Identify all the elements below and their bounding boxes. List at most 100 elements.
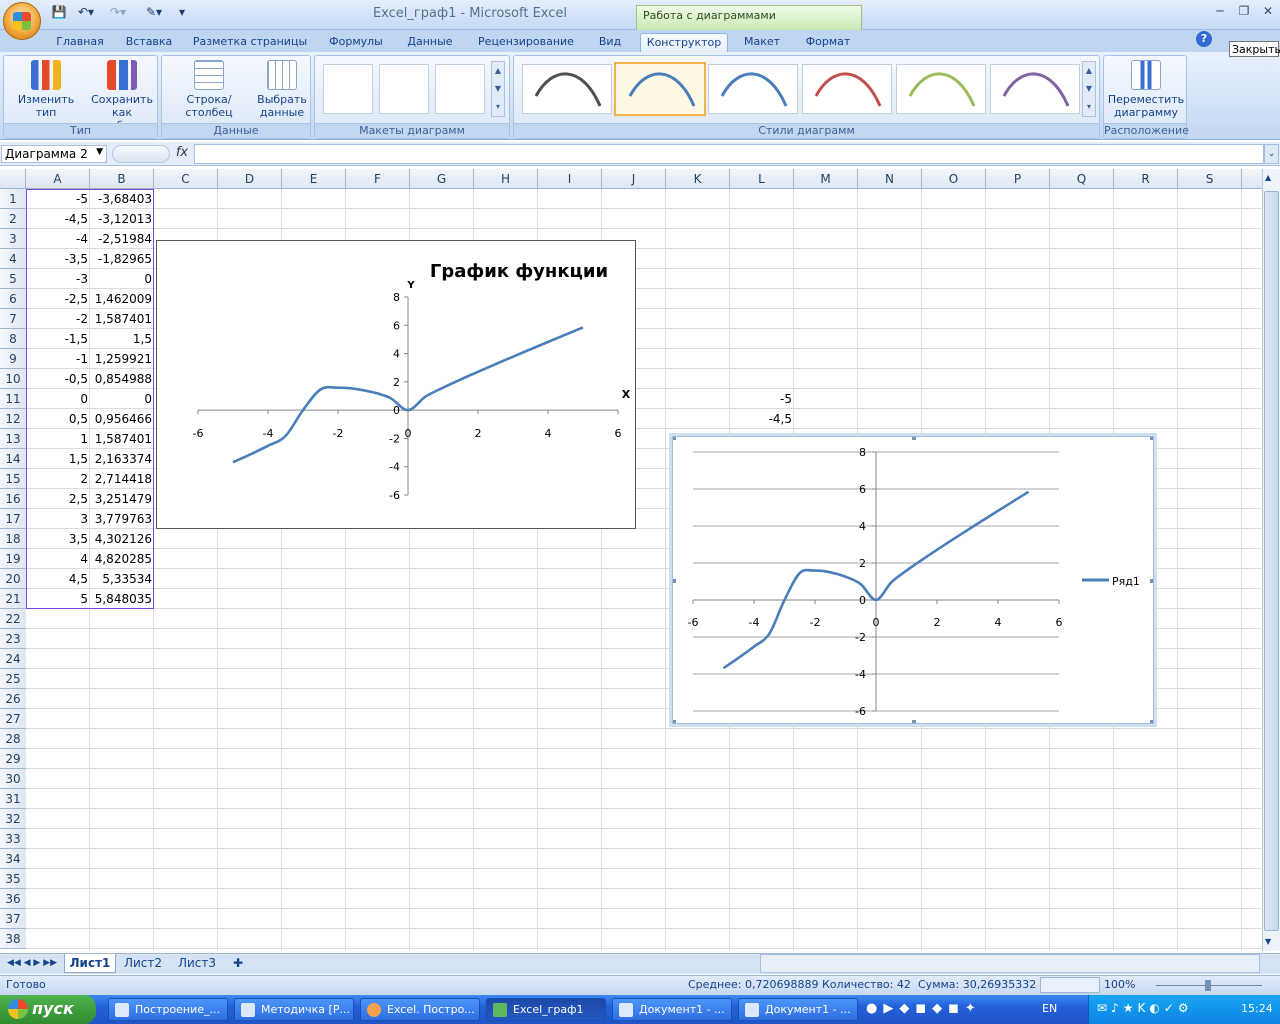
style-4-thumbnail[interactable] [802,64,892,114]
cell[interactable]: 4,820285 [90,549,154,569]
restore-icon[interactable]: ❐ [1232,4,1256,20]
cell[interactable]: 1,587401 [90,309,154,329]
cell[interactable]: -5 [730,389,794,409]
column-header[interactable]: R [1114,169,1178,189]
row-header[interactable]: 30 [0,769,26,789]
column-header[interactable]: J [602,169,666,189]
column-header[interactable]: Q [1050,169,1114,189]
cell[interactable]: 4,302126 [90,529,154,549]
tab-page-layout[interactable]: Разметка страницы [188,33,312,52]
row-header[interactable]: 3 [0,229,26,249]
cell[interactable]: -2,51984 [90,229,154,249]
cell[interactable]: 1,5 [90,329,154,349]
insert-sheet-icon[interactable]: ✚ [226,954,250,973]
row-header[interactable]: 13 [0,429,26,449]
task-item-2[interactable]: Методичка [Р... [234,998,354,1021]
cell[interactable]: -3,5 [26,249,90,269]
row-header[interactable]: 11 [0,389,26,409]
row-header[interactable]: 23 [0,629,26,649]
save-icon[interactable]: 💾 [50,5,68,23]
horizontal-scrollbar[interactable] [760,954,1260,973]
row-header[interactable]: 8 [0,329,26,349]
select-all-corner[interactable] [0,169,26,189]
cell[interactable]: 3,251479 [90,489,154,509]
cell[interactable]: 3,779763 [90,509,154,529]
row-header[interactable]: 20 [0,569,26,589]
tab-insert[interactable]: Вставка [120,33,178,52]
scroll-thumb[interactable] [1264,191,1279,931]
row-header[interactable]: 27 [0,709,26,729]
paint-icon[interactable]: ✎▾ [136,5,172,23]
cell[interactable]: 2,163374 [90,449,154,469]
cell[interactable]: 4,5 [26,569,90,589]
row-header[interactable]: 25 [0,669,26,689]
move-chart-button[interactable]: Переместить диаграмму [1106,58,1186,119]
task-item-5[interactable]: Документ1 - ... [612,998,732,1021]
cell[interactable]: -3 [26,269,90,289]
column-header[interactable]: N [858,169,922,189]
style-6-thumbnail[interactable] [990,64,1080,114]
formula-input[interactable] [194,144,1264,164]
layout-3-thumbnail[interactable] [435,64,485,114]
tab-view[interactable]: Вид [592,33,628,52]
cell[interactable]: -1,82965 [90,249,154,269]
row-header[interactable]: 18 [0,529,26,549]
row-header[interactable]: 5 [0,269,26,289]
scroll-up-icon[interactable]: ▲ [1265,173,1271,182]
style-1-thumbnail[interactable] [522,64,612,114]
column-header[interactable]: C [154,169,218,189]
help-icon[interactable]: ? [1196,31,1212,47]
row-header[interactable]: 24 [0,649,26,669]
cell[interactable]: 3 [26,509,90,529]
switch-row-column-button[interactable]: Строка/столбец [164,58,254,119]
cell[interactable]: 1,259921 [90,349,154,369]
row-header[interactable]: 36 [0,889,26,909]
customize-qat-icon[interactable]: ▾ [176,5,188,23]
column-header[interactable]: B [90,169,154,189]
cell[interactable]: 5,848035 [90,589,154,609]
sheet-nav-arrows[interactable]: ◀◀ ◀ ▶ ▶▶ [4,954,60,973]
undo-icon[interactable]: ↶▾ [72,5,100,23]
name-box[interactable]: Диаграмма 2 ▼ [1,145,107,163]
sheet-tab-1[interactable]: Лист1 [64,954,116,973]
cell[interactable]: 5 [26,589,90,609]
row-header[interactable]: 10 [0,369,26,389]
layout-2-thumbnail[interactable] [379,64,429,114]
select-data-button[interactable]: Выбрать данные [254,58,310,119]
cell[interactable]: -0,5 [26,369,90,389]
row-header[interactable]: 6 [0,289,26,309]
tab-home[interactable]: Главная [50,33,110,52]
cell[interactable]: 1 [26,429,90,449]
row-header[interactable]: 17 [0,509,26,529]
cell[interactable]: -1,5 [26,329,90,349]
cell[interactable]: 1,587401 [90,429,154,449]
office-button[interactable] [3,2,41,40]
tab-data[interactable]: Данные [400,33,460,52]
cell[interactable]: -5 [26,189,90,209]
tab-layout[interactable]: Макет [736,33,788,52]
row-header[interactable]: 33 [0,829,26,849]
task-item-6[interactable]: Документ1 - ... [738,998,858,1021]
row-header[interactable]: 22 [0,609,26,629]
cell[interactable]: 0,854988 [90,369,154,389]
cell[interactable]: 1,462009 [90,289,154,309]
cell[interactable]: 2 [26,469,90,489]
view-buttons[interactable] [1040,977,1100,993]
column-header[interactable]: A [26,169,90,189]
vertical-scrollbar[interactable]: ▲ ▼ [1262,169,1280,951]
cell[interactable]: -4,5 [730,409,794,429]
cell[interactable]: 0,5 [26,409,90,429]
cell[interactable]: -4 [26,229,90,249]
column-header[interactable]: F [346,169,410,189]
cell[interactable]: 0 [26,389,90,409]
cell[interactable]: 1,5 [26,449,90,469]
column-header[interactable]: P [986,169,1050,189]
sheet-tab-2[interactable]: Лист2 [118,954,168,973]
column-header[interactable]: M [794,169,858,189]
task-item-3[interactable]: Excel. Постро... [360,998,480,1021]
row-header[interactable]: 15 [0,469,26,489]
language-indicator[interactable]: EN [1042,1002,1057,1015]
zoom-slider[interactable] [1142,977,1276,993]
tab-formulas[interactable]: Формулы [322,33,390,52]
row-header[interactable]: 12 [0,409,26,429]
